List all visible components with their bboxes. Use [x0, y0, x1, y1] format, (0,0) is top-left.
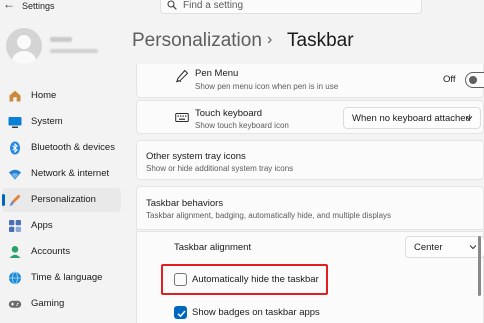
sidebar-item-label: Accounts: [31, 246, 71, 257]
sidebar-item-personalization[interactable]: Personalization: [2, 188, 121, 212]
search-input[interactable]: [183, 0, 413, 12]
back-arrow-icon[interactable]: ←: [3, 0, 15, 11]
selection-indicator: [2, 194, 5, 206]
touch-keyboard-subtitle: Show touch keyboard icon: [195, 121, 289, 130]
home-icon: [9, 90, 21, 102]
gamepad-icon: [8, 300, 22, 308]
system-tray-icons-row[interactable]: Other system tray icons Show or hide add…: [136, 140, 484, 180]
sidebar-item-label: System: [31, 116, 63, 127]
apps-icon: [9, 220, 21, 232]
touch-keyboard-row: Touch keyboard Show touch keyboard icon …: [136, 100, 484, 134]
avatar[interactable]: [6, 28, 42, 64]
sidebar-item-apps[interactable]: Apps: [2, 214, 121, 238]
pen-menu-toggle[interactable]: [465, 72, 484, 88]
app-title: Settings: [22, 1, 55, 11]
chevron-down-icon: [465, 116, 473, 121]
pen-menu-subtitle: Show pen menu icon when pen is in use: [195, 82, 339, 91]
touch-keyboard-value: When no keyboard attached: [352, 113, 471, 124]
breadcrumb-parent[interactable]: Personalization: [132, 30, 262, 52]
touch-keyboard-dropdown[interactable]: When no keyboard attached: [343, 107, 481, 129]
highlight-box: [161, 264, 328, 295]
system-tray-subtitle: Show or hide additional system tray icon…: [146, 164, 294, 173]
checkmark-icon: [177, 310, 186, 318]
touch-keyboard-title: Touch keyboard: [195, 108, 263, 119]
sidebar-item-label: Apps: [31, 220, 53, 231]
globe-icon: [9, 271, 21, 285]
sidebar-item-label: Time & language: [31, 272, 103, 283]
chevron-down-icon: [469, 245, 477, 250]
sidebar-item-label: Bluetooth & devices: [31, 142, 115, 153]
brush-icon: [9, 194, 21, 206]
search-box[interactable]: [160, 0, 422, 14]
system-tray-title: Other system tray icons: [146, 151, 246, 162]
pen-icon: [175, 69, 189, 83]
sidebar-item-system[interactable]: System: [2, 110, 121, 134]
sidebar-item-label: Personalization: [31, 194, 96, 205]
bluetooth-icon: [10, 141, 20, 155]
sidebar-item-label: Gaming: [31, 298, 65, 309]
taskbar-behaviors-subtitle: Taskbar alignment, badging, automaticall…: [146, 211, 392, 220]
sidebar-item-bluetooth[interactable]: Bluetooth & devices: [2, 136, 121, 160]
breadcrumb-separator: ›: [267, 31, 273, 48]
sidebar-item-label: Home: [31, 90, 57, 101]
wifi-icon: [9, 169, 21, 180]
taskbar-behaviors-title: Taskbar behaviors: [146, 198, 224, 209]
taskbar-alignment-dropdown[interactable]: Center: [405, 236, 484, 258]
taskbar-behaviors-header[interactable]: Taskbar behaviors Taskbar alignment, bad…: [136, 186, 484, 230]
user-email: [50, 49, 98, 53]
sidebar-item-label: Network & internet: [31, 168, 110, 179]
accounts-icon: [9, 246, 21, 258]
scrollbar[interactable]: [478, 236, 481, 296]
search-icon: [167, 0, 177, 10]
pen-menu-row: Pen Menu Show pen menu icon when pen is …: [136, 64, 484, 98]
sidebar-item-home[interactable]: Home: [2, 84, 121, 108]
taskbar-alignment-label: Taskbar alignment: [174, 242, 252, 253]
sidebar-item-time-language[interactable]: Time & language: [2, 266, 121, 290]
pen-menu-title: Pen Menu: [195, 68, 239, 79]
keyboard-icon: [175, 113, 189, 122]
sidebar-item-gaming[interactable]: Gaming: [2, 292, 121, 316]
system-icon: [8, 117, 22, 128]
badges-label[interactable]: Show badges on taskbar apps: [192, 307, 320, 318]
sidebar-item-accounts[interactable]: Accounts: [2, 240, 121, 264]
badges-checkbox[interactable]: [174, 306, 187, 319]
pen-menu-toggle-label: Off: [443, 74, 456, 85]
user-name: [50, 37, 72, 42]
taskbar-alignment-value: Center: [414, 242, 443, 253]
sidebar-item-network[interactable]: Network & internet: [2, 162, 121, 186]
page-title: Taskbar: [287, 30, 354, 51]
